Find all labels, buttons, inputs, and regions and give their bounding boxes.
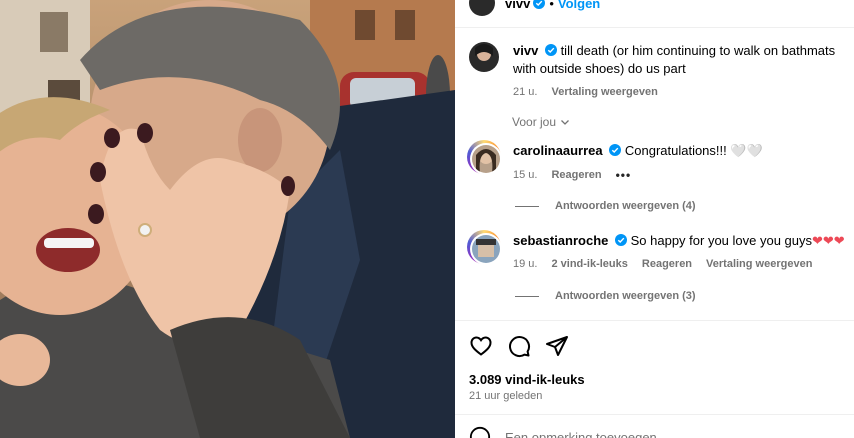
caption-time[interactable]: 21 u. [513, 86, 537, 98]
comment-translate-link[interactable]: Vertaling weergeven [706, 258, 812, 270]
caption-text: till death (or him continuing to walk on… [513, 43, 836, 76]
heart-icon[interactable] [469, 334, 493, 358]
caption-avatar-image [475, 44, 493, 61]
post-timestamp[interactable]: 21 uur geleden [469, 390, 542, 402]
caption-meta: 21 u. Vertaling weergeven [513, 86, 846, 98]
sort-dropdown[interactable]: Voor jou [512, 115, 570, 129]
verified-icon [609, 144, 622, 156]
more-options-button[interactable]: ••• [616, 168, 632, 182]
post-image[interactable] [0, 0, 455, 438]
chevron-down-icon [561, 120, 570, 125]
comment-text: So happy for you love you guys [630, 233, 813, 248]
comment-item: sebastianroche So happy for you love you… [467, 230, 846, 270]
caption-avatar[interactable] [469, 42, 499, 72]
share-icon[interactable] [545, 334, 569, 358]
comment-item: carolinaaurrea Congratulations!!! 🤍🤍 15 … [467, 140, 846, 182]
comment-time[interactable]: 19 u. [513, 258, 537, 270]
comment-body: sebastianroche So happy for you love you… [513, 232, 846, 250]
separator-dot: • [549, 0, 554, 11]
comment-meta: 15 u. Reageren ••• [513, 168, 846, 182]
post-header: vivv • Volgen [469, 0, 600, 16]
comment-avatar[interactable] [467, 230, 502, 265]
comment-icon[interactable] [507, 334, 531, 358]
view-replies-label: Antwoorden weergeven (3) [555, 290, 696, 302]
actions-divider [455, 320, 854, 321]
post-side-panel: vivv • Volgen vivv till death (or him co… [455, 0, 854, 438]
caption-translate-link[interactable]: Vertaling weergeven [551, 86, 657, 98]
comment-username[interactable]: sebastianroche [513, 233, 608, 248]
post-actions [469, 334, 569, 358]
add-comment-bar: Een opmerking toevoegen... [469, 426, 668, 438]
header-divider [455, 27, 854, 28]
comment-body: carolinaaurrea Congratulations!!! 🤍🤍 [513, 142, 846, 160]
caption-username[interactable]: vivv [513, 43, 538, 58]
author-username[interactable]: vivv [505, 0, 530, 11]
verified-icon [544, 44, 557, 56]
comment-divider [455, 414, 854, 415]
follow-button[interactable]: Volgen [558, 0, 600, 11]
caption: vivv till death (or him continuing to wa… [469, 42, 846, 98]
author-avatar[interactable] [469, 0, 495, 16]
comment-text: Congratulations!!! 🤍🤍 [624, 143, 763, 158]
comment-likes[interactable]: 2 vind-ik-leuks [551, 258, 627, 270]
comment-username[interactable]: carolinaaurrea [513, 143, 603, 158]
replies-line [515, 205, 539, 207]
comment-time[interactable]: 15 u. [513, 169, 537, 181]
heart-emojis: ❤❤❤ [812, 233, 845, 248]
view-replies-label: Antwoorden weergeven (4) [555, 200, 696, 212]
post-photo-illustration [0, 0, 455, 438]
reply-button[interactable]: Reageren [642, 258, 692, 270]
comment-meta: 19 u. 2 vind-ik-leuks Reageren Vertaling… [513, 258, 846, 270]
sort-label: Voor jou [512, 115, 557, 129]
emoji-icon[interactable] [469, 426, 491, 438]
verified-icon [615, 234, 627, 246]
caption-body: vivv till death (or him continuing to wa… [513, 42, 846, 78]
view-replies-button[interactable]: Antwoorden weergeven (4) [515, 200, 696, 212]
likes-count[interactable]: 3.089 vind-ik-leuks [469, 372, 585, 387]
comment-avatar[interactable] [467, 140, 502, 175]
replies-line [515, 295, 539, 297]
comment-input[interactable]: Een opmerking toevoegen... [505, 430, 668, 438]
view-replies-button[interactable]: Antwoorden weergeven (3) [515, 290, 696, 302]
verified-icon [533, 0, 546, 9]
reply-button[interactable]: Reageren [551, 169, 601, 181]
